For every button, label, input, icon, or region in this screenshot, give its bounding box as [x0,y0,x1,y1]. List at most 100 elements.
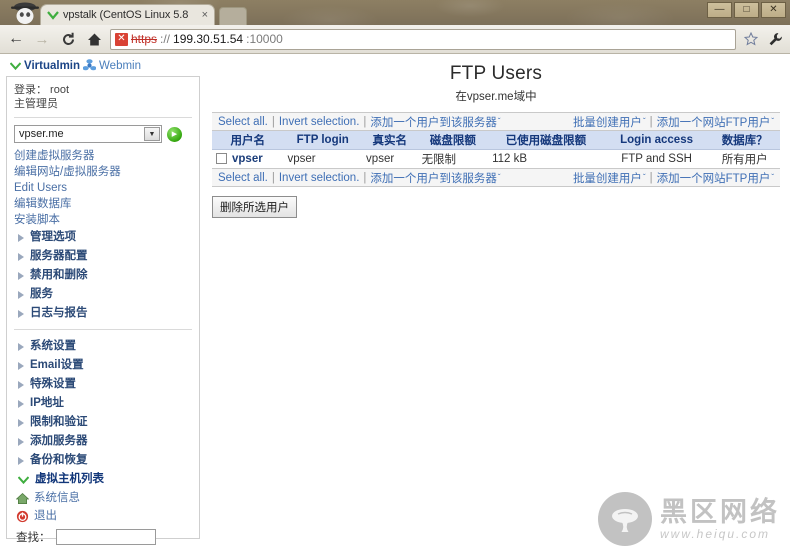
browser-window: vpstalk (CentOS Linux 5.8 × — □ ✕ ← → ✕ … [0,0,790,555]
sidebar-group-label: 日志与报告 [30,307,88,319]
url-port: :10000 [246,32,283,46]
sidebar-group-backup-restore[interactable]: 备份和恢复 [14,451,192,470]
column-header-used-quota[interactable]: 已使用磁盘限额 [488,131,604,150]
url-scheme: https [131,32,158,46]
invalid-certificate-icon[interactable]: ✕ [115,32,128,46]
browser-tab[interactable]: vpstalk (CentOS Linux 5.8 × [40,4,215,25]
reload-icon[interactable] [58,29,78,49]
row-checkbox[interactable] [216,153,227,165]
ftp-users-table: 用户名 FTP login 真实名 磁盘限额 已使用磁盘限额 Login acc… [212,131,780,168]
add-website-ftp-user-link-bottom[interactable]: 添加一个网站FTP用户 [657,170,771,186]
mushroom-logo-icon [598,492,652,546]
cell-used-quota: 112 kB [488,149,604,168]
cell-username: vpser [212,149,284,168]
chevron-right-icon [18,271,24,280]
address-bar[interactable]: ✕ https://199.30.51.54:10000 [110,28,736,50]
column-header-ftp-login[interactable]: FTP login [283,131,363,150]
sidebar-group-logs-reports[interactable]: 日志与报告 [14,304,192,323]
cell-databases: 所有用户 [709,149,780,168]
column-header-disk-quota[interactable]: 磁盘限额 [417,131,489,150]
sidebar-link-edit-databases[interactable]: 编辑数据库 [14,196,192,212]
back-icon[interactable]: ← [6,29,26,49]
settings-wrench-icon[interactable] [766,30,784,48]
sidebar-divider-top [14,117,192,118]
new-tab-button[interactable] [219,7,247,25]
link-separator: | [271,171,275,184]
select-all-link-top[interactable]: Select all. [218,116,268,128]
link-separator: | [649,115,653,128]
invert-selection-link-bottom[interactable]: Invert selection. [279,172,360,184]
sidebar-group-server-config[interactable]: 服务器配置 [14,247,192,266]
sidebar-group-limits-validation[interactable]: 限制和验证 [14,413,192,432]
sidebar-group-ip-address[interactable]: IP地址 [14,394,192,413]
column-header-real-name[interactable]: 真实名 [362,131,418,150]
sidebar-link-create-virtual-server[interactable]: 创建虚拟服务器 [14,148,192,164]
login-role-label: 主管理员 [14,98,58,110]
invert-selection-link-top[interactable]: Invert selection. [279,116,360,128]
home-icon[interactable] [84,29,104,49]
add-user-link-bottom[interactable]: 添加一个用户到该服务器 [370,170,497,186]
domain-select[interactable]: vpser.me ▼ [14,125,162,143]
chevron-down-icon[interactable]: ˇ [497,173,501,182]
sidebar-group-admin-options[interactable]: 管理选项 [14,228,192,247]
chevron-down-icon[interactable]: ˇ [770,117,774,126]
maximize-button[interactable]: □ [734,2,759,18]
batch-create-users-link-top[interactable]: 批量创建用户 [573,114,642,130]
sidebar-group-label: 添加服务器 [30,435,88,447]
brand-virtualmin-link[interactable]: Virtualmin [24,60,80,72]
chevron-right-icon [18,233,24,242]
add-user-link-top[interactable]: 添加一个用户到该服务器 [370,114,497,130]
select-all-link-bottom[interactable]: Select all. [218,172,268,184]
tab-favicon-icon [47,9,59,21]
sidebar-link-edit-users[interactable]: Edit Users [14,180,192,196]
column-header-username[interactable]: 用户名 [212,131,284,150]
tab-close-icon[interactable]: × [202,9,210,21]
sidebar-group-add-servers[interactable]: 添加服务器 [14,432,192,451]
batch-create-users-link-bottom[interactable]: 批量创建用户 [573,170,642,186]
sidebar-item-virtual-host-list[interactable]: 虚拟主机列表 [14,470,192,489]
cell-real-name: vpser [362,149,418,168]
page-content: Virtualmin Webmin 登录： root 主管理员 vpser.me… [0,54,790,554]
table-row: vpser vpser vpser 无限制 112 kB FTP and SSH… [212,149,780,168]
minimize-button[interactable]: — [707,2,732,18]
brand-webmin-link[interactable]: Webmin [99,60,141,72]
sidebar-group-email-settings[interactable]: Email设置 [14,356,192,375]
search-input[interactable] [55,529,156,545]
sidebar-group-disable-delete[interactable]: 禁用和删除 [14,266,192,285]
chevron-down-icon[interactable]: ˇ [770,173,774,182]
column-header-login-access[interactable]: Login access [603,131,710,150]
chevron-down-icon[interactable]: ˇ [497,117,501,126]
search-label: 查找： [16,532,51,544]
sidebar-group-services[interactable]: 服务 [14,285,192,304]
browser-toolbar: ← → ✕ https://199.30.51.54:10000 [0,25,790,54]
chevron-right-icon [18,380,24,389]
sidebar-panel: 登录： root 主管理员 vpser.me ▼ ▶ 创建虚拟服务器 编辑网站/… [6,76,200,545]
sidebar-link-install-scripts[interactable]: 安装脚本 [14,212,192,228]
tab-title: vpstalk (CentOS Linux 5.8 [63,9,189,21]
sidebar-item-label: 系统信息 [34,492,80,504]
chevron-down-icon [18,475,29,484]
username-link[interactable]: vpser [232,153,263,165]
sidebar-group-label: 限制和验证 [30,416,88,428]
home-icon [16,492,29,505]
chevron-down-icon[interactable]: ▼ [144,127,160,141]
delete-selected-users-button[interactable]: 删除所选用户 [212,196,297,218]
sidebar-group-label: 系统设置 [30,340,76,352]
column-header-databases[interactable]: 数据库？ [709,131,780,150]
page-subtitle: 在vpser.me域中 [455,91,537,103]
sidebar-item-system-info[interactable]: 系统信息 [14,489,192,507]
forward-icon: → [34,30,50,48]
sidebar-group-label: 特殊设置 [30,378,76,390]
bookmark-star-icon[interactable] [742,30,760,48]
sidebar-item-logout[interactable]: 退出 [14,507,192,525]
close-button[interactable]: ✕ [761,2,786,18]
add-website-ftp-user-link-top[interactable]: 添加一个网站FTP用户 [657,114,771,130]
sidebar-group-system-settings[interactable]: 系统设置 [14,337,192,356]
sidebar-link-edit-virtual-server[interactable]: 编辑网站/虚拟服务器 [14,164,192,180]
go-button[interactable]: ▶ [167,126,182,142]
sidebar-group-special-settings[interactable]: 特殊设置 [14,375,192,394]
page-title: FTP Users [449,63,543,84]
sidebar-group-label: Email设置 [30,359,84,371]
sidebar-search-row: 查找： [14,529,192,545]
watermark-text: 黑区网络 [660,497,780,527]
